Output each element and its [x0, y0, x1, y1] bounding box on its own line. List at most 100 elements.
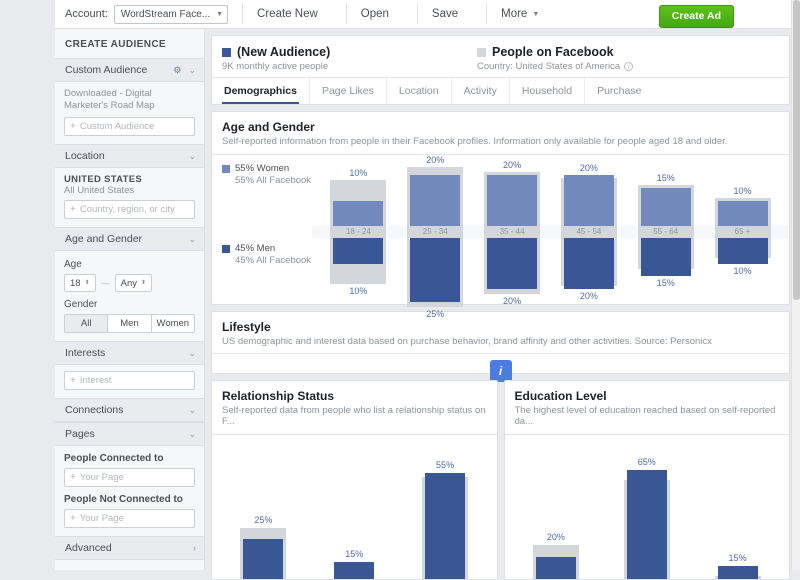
tab-activity[interactable]: Activity — [452, 78, 510, 104]
interest-input[interactable]: + Interest — [64, 371, 195, 390]
tab-demographics[interactable]: Demographics — [212, 78, 310, 104]
custom-audience-body: Downloaded - Digital Marketer's Road Map… — [55, 82, 204, 144]
comparison-swatch-icon — [477, 47, 486, 57]
age-gender-bars: 10% 10% 18 - 24 20% 25% 25 - 34 20% 20% 35 - 44 2… — [320, 155, 781, 319]
education-group-1: 20% — [511, 441, 602, 579]
education-value-label: 65% — [637, 457, 656, 468]
tab-location[interactable]: Location — [387, 78, 452, 104]
gender-label: Gender — [64, 299, 98, 310]
sidebar-section-advanced[interactable]: Advanced › — [55, 536, 204, 560]
gender-option-all[interactable]: All — [64, 314, 109, 333]
section-label: Location — [65, 150, 105, 162]
education-bar[interactable] — [535, 556, 576, 579]
chevron-down-icon: ⌄ — [188, 347, 196, 358]
tab-household[interactable]: Household — [510, 78, 586, 104]
interest-placeholder: Interest — [79, 375, 112, 386]
chevron-down-icon: ▼ — [216, 10, 224, 18]
location-placeholder: Country, region, or city — [79, 204, 175, 215]
gear-icon[interactable]: ⚙ — [173, 65, 181, 76]
men-value-label: 25% — [426, 308, 445, 319]
relationship-bar[interactable] — [243, 539, 284, 579]
pages-body: People Connected to + Your Page People N… — [55, 446, 204, 536]
audience-subtitle: 9K monthly active people — [222, 61, 329, 72]
education-group-3: 15% — [692, 441, 783, 579]
education-bar[interactable] — [626, 470, 667, 579]
relationship-bar[interactable] — [334, 561, 375, 579]
age-axis-tick: 65 + — [734, 227, 751, 236]
men-bar[interactable] — [487, 238, 538, 289]
account-select[interactable]: WordStream Face... ▼ — [113, 4, 229, 24]
section-label: Connections — [65, 404, 124, 416]
men-bar[interactable] — [563, 238, 614, 289]
women-bar[interactable] — [640, 187, 691, 226]
comparison-legend: People on Facebook Country: United State… — [477, 45, 732, 72]
women-bar[interactable] — [410, 175, 461, 226]
open-button[interactable]: Open — [347, 0, 403, 29]
education-value-label: 20% — [546, 532, 565, 543]
custom-audience-input[interactable]: + Custom Audience — [64, 117, 195, 136]
people-not-connected-label: People Not Connected to — [64, 494, 183, 505]
relationship-value-label: 55% — [436, 459, 455, 470]
section-label: Custom Audience — [65, 64, 148, 76]
create-ad-button[interactable]: Create Ad — [658, 5, 734, 28]
sidebar-section-pages[interactable]: Pages ⌄ — [55, 422, 204, 446]
education-bar[interactable] — [717, 566, 758, 579]
gender-option-women[interactable]: Women — [150, 314, 195, 333]
people-connected-placeholder: Your Page — [79, 472, 124, 483]
people-not-connected-input[interactable]: + Your Page — [64, 509, 195, 528]
people-connected-input[interactable]: + Your Page — [64, 468, 195, 487]
sidebar-section-custom-audience[interactable]: Custom Audience ⚙ ⌄ — [55, 58, 204, 82]
women-bar[interactable] — [487, 175, 538, 226]
men-bar[interactable] — [717, 238, 768, 264]
men-bar[interactable] — [333, 238, 384, 264]
create-new-button[interactable]: Create New — [243, 0, 332, 29]
section-label: Interests — [65, 347, 106, 359]
men-value-label: 10% — [349, 285, 368, 296]
sidebar-section-age-and-gender[interactable]: Age and Gender ⌄ — [55, 227, 204, 251]
sidebar-section-location[interactable]: Location ⌄ — [55, 144, 204, 168]
location-country: UNITED STATES — [64, 174, 142, 185]
tab-page-likes[interactable]: Page Likes — [310, 78, 387, 104]
age-axis-tick: 25 - 34 — [422, 227, 448, 236]
women-swatch-icon — [222, 165, 230, 173]
page-scrollbar[interactable] — [791, 0, 800, 570]
sidebar-section-connections[interactable]: Connections ⌄ — [55, 398, 204, 422]
location-input[interactable]: + Country, region, or city — [64, 200, 195, 219]
scrollbar-thumb[interactable] — [793, 0, 800, 300]
age-group-1: 10% 10% 18 - 24 — [320, 155, 397, 307]
age-max-value: Any — [120, 277, 137, 289]
sidebar-section-interests[interactable]: Interests ⌄ — [55, 341, 204, 365]
create-audience-sidebar: CREATE AUDIENCE Custom Audience ⚙ ⌄ Down… — [55, 29, 205, 570]
women-percent-label: 55% Women — [235, 163, 290, 174]
education-title: Education Level — [514, 389, 607, 403]
age-min-stepper[interactable]: 18 ⬍ — [64, 274, 96, 292]
men-value-label: 20% — [579, 291, 598, 301]
men-bar[interactable] — [410, 238, 461, 302]
men-bar[interactable] — [640, 238, 691, 277]
age-max-stepper[interactable]: Any ⬍ — [114, 274, 153, 292]
save-button[interactable]: Save — [418, 0, 472, 29]
plus-icon: + — [70, 375, 76, 386]
info-icon[interactable]: i — [489, 359, 512, 382]
education-description: The highest level of education reached b… — [514, 405, 776, 427]
age-label: Age — [64, 259, 82, 270]
women-bar[interactable] — [333, 200, 384, 226]
age-group-2: 20% 25% 25 - 34 — [397, 155, 474, 319]
relationship-bar[interactable] — [425, 472, 466, 579]
more-menu-button[interactable]: More ▼ — [487, 0, 553, 29]
women-value-label: 10% — [349, 168, 368, 179]
women-bar[interactable] — [563, 175, 614, 226]
info-icon[interactable]: i — [624, 62, 634, 71]
women-bar[interactable] — [717, 200, 768, 226]
education-group-2: 65% — [601, 441, 692, 579]
relationship-group-2: 15% — [309, 441, 400, 579]
custom-audience-note: Downloaded - Digital Marketer's Road Map — [64, 88, 155, 111]
gender-option-men[interactable]: Men — [107, 314, 152, 333]
age-axis-tick: 45 - 54 — [576, 227, 602, 236]
section-label: Advanced — [65, 542, 112, 554]
men-value-label: 20% — [503, 296, 522, 307]
tab-purchase[interactable]: Purchase — [585, 78, 653, 104]
sidebar-title: CREATE AUDIENCE — [65, 39, 167, 50]
people-not-connected-placeholder: Your Page — [79, 513, 124, 524]
relationship-value-label: 15% — [345, 548, 364, 559]
